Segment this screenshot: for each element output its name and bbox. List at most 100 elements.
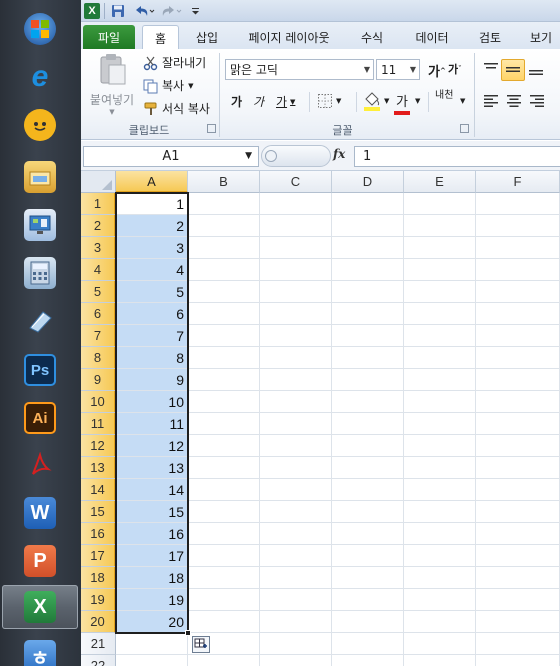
cell-a3[interactable]: 3	[116, 237, 188, 259]
cell-e21[interactable]	[404, 633, 476, 655]
cell-e17[interactable]	[404, 545, 476, 567]
fill-color-button[interactable]: ▼	[363, 91, 389, 111]
row-header-7[interactable]: 7	[81, 325, 116, 347]
align-left-button[interactable]	[482, 93, 500, 109]
name-box[interactable]: A1 ▼	[83, 146, 259, 167]
italic-button[interactable]: 가	[253, 93, 264, 110]
cell-f12[interactable]	[476, 435, 560, 457]
cell-e19[interactable]	[404, 589, 476, 611]
cell-e22[interactable]	[404, 655, 476, 666]
row-header-6[interactable]: 6	[81, 303, 116, 325]
select-all-corner[interactable]	[81, 171, 116, 193]
cell-e10[interactable]	[404, 391, 476, 413]
cell-e1[interactable]	[404, 193, 476, 215]
cell-c7[interactable]	[260, 325, 332, 347]
cell-c20[interactable]	[260, 611, 332, 633]
cell-a10[interactable]: 10	[116, 391, 188, 413]
cell-b18[interactable]	[188, 567, 260, 589]
phonetic-button[interactable]: 내천	[435, 91, 453, 101]
clipboard-dialog-launcher[interactable]	[207, 124, 216, 133]
cell-d16[interactable]	[332, 523, 404, 545]
cell-b3[interactable]	[188, 237, 260, 259]
cell-b14[interactable]	[188, 479, 260, 501]
excel-app-icon[interactable]: X	[83, 2, 101, 20]
cell-c17[interactable]	[260, 545, 332, 567]
cell-e11[interactable]	[404, 413, 476, 435]
taskbar-file-explorer-button[interactable]	[20, 157, 60, 197]
row-header-10[interactable]: 10	[81, 391, 116, 413]
cut-button[interactable]: 잘라내기	[143, 54, 206, 71]
cell-f1[interactable]	[476, 193, 560, 215]
cell-b4[interactable]	[188, 259, 260, 281]
cell-a9[interactable]: 9	[116, 369, 188, 391]
format-painter-button[interactable]: 서식 복사	[143, 100, 210, 117]
row-header-2[interactable]: 2	[81, 215, 116, 237]
cell-f18[interactable]	[476, 567, 560, 589]
cell-f17[interactable]	[476, 545, 560, 567]
cell-e20[interactable]	[404, 611, 476, 633]
column-header-c[interactable]: C	[260, 171, 332, 193]
cell-f5[interactable]	[476, 281, 560, 303]
cell-a20[interactable]: 20	[116, 611, 188, 633]
cell-a22[interactable]	[116, 655, 188, 666]
cell-f20[interactable]	[476, 611, 560, 633]
cell-b8[interactable]	[188, 347, 260, 369]
cell-f9[interactable]	[476, 369, 560, 391]
column-header-e[interactable]: E	[404, 171, 476, 193]
row-header-20[interactable]: 20	[81, 611, 116, 633]
cell-b13[interactable]	[188, 457, 260, 479]
row-header-15[interactable]: 15	[81, 501, 116, 523]
taskbar-powerpoint-button[interactable]: P	[20, 541, 60, 581]
cell-b9[interactable]	[188, 369, 260, 391]
fill-handle[interactable]	[185, 630, 191, 636]
cell-c5[interactable]	[260, 281, 332, 303]
cell-f14[interactable]	[476, 479, 560, 501]
cell-b1[interactable]	[188, 193, 260, 215]
save-icon[interactable]	[109, 2, 127, 20]
borders-button[interactable]: ▼	[317, 93, 341, 109]
tab-review[interactable]: 검토	[469, 25, 511, 49]
cell-a6[interactable]: 6	[116, 303, 188, 325]
font-dialog-launcher[interactable]	[460, 124, 469, 133]
cell-a18[interactable]: 18	[116, 567, 188, 589]
row-header-22[interactable]: 22	[81, 655, 116, 666]
cell-c6[interactable]	[260, 303, 332, 325]
column-header-b[interactable]: B	[188, 171, 260, 193]
font-name-select[interactable]: 맑은 고딕 ▼	[225, 59, 374, 80]
cell-b2[interactable]	[188, 215, 260, 237]
cell-f2[interactable]	[476, 215, 560, 237]
cell-f7[interactable]	[476, 325, 560, 347]
cell-e6[interactable]	[404, 303, 476, 325]
cell-c3[interactable]	[260, 237, 332, 259]
cell-d20[interactable]	[332, 611, 404, 633]
insert-function-icon[interactable]: fx	[333, 147, 345, 161]
taskbar-hangul-button[interactable]: ㅎ	[20, 636, 60, 666]
cell-c15[interactable]	[260, 501, 332, 523]
cell-c12[interactable]	[260, 435, 332, 457]
cell-f8[interactable]	[476, 347, 560, 369]
cell-e7[interactable]	[404, 325, 476, 347]
cell-b10[interactable]	[188, 391, 260, 413]
taskbar-photoshop-button[interactable]: Ps	[20, 350, 60, 390]
row-header-1[interactable]: 1	[81, 193, 116, 215]
cell-b16[interactable]	[188, 523, 260, 545]
redo-icon[interactable]	[161, 2, 185, 20]
align-center-button[interactable]	[505, 93, 523, 109]
cell-e5[interactable]	[404, 281, 476, 303]
cell-f10[interactable]	[476, 391, 560, 413]
paste-button[interactable]: 붙여넣기 ▼	[87, 53, 137, 117]
cell-d6[interactable]	[332, 303, 404, 325]
taskbar-calculator-button[interactable]	[20, 253, 60, 293]
cell-f16[interactable]	[476, 523, 560, 545]
cell-d21[interactable]	[332, 633, 404, 655]
cell-d19[interactable]	[332, 589, 404, 611]
cell-c21[interactable]	[260, 633, 332, 655]
cell-c9[interactable]	[260, 369, 332, 391]
cell-c11[interactable]	[260, 413, 332, 435]
cell-a14[interactable]: 14	[116, 479, 188, 501]
cell-f21[interactable]	[476, 633, 560, 655]
cell-a8[interactable]: 8	[116, 347, 188, 369]
row-header-3[interactable]: 3	[81, 237, 116, 259]
cell-d17[interactable]	[332, 545, 404, 567]
row-header-14[interactable]: 14	[81, 479, 116, 501]
